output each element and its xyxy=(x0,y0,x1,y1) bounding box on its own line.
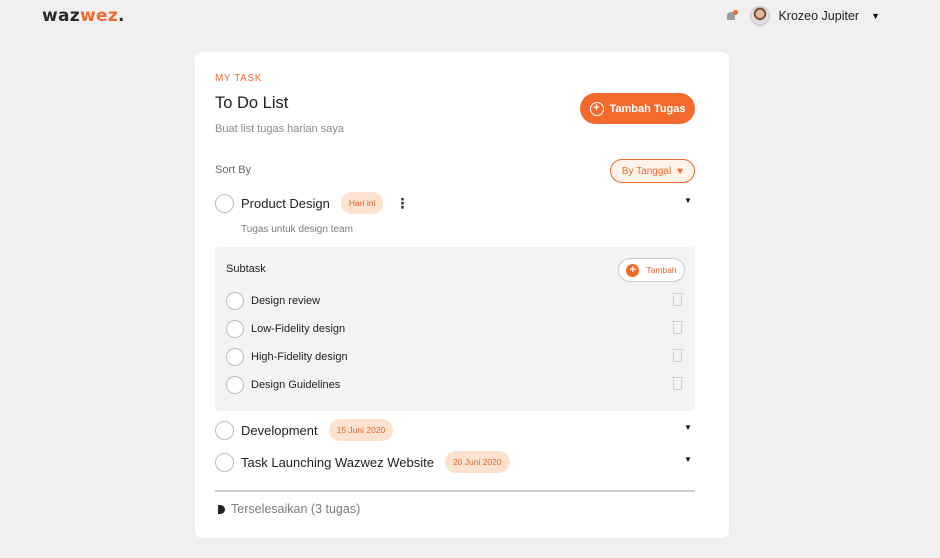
section-eyebrow: MY TASK xyxy=(215,73,262,84)
task-checkbox[interactable] xyxy=(215,193,234,213)
add-subtask-button[interactable]: + Tambah xyxy=(618,258,685,282)
heart-icon: ♥ xyxy=(677,165,684,177)
trash-icon[interactable] xyxy=(671,293,684,306)
task-date-badge: Hari ini xyxy=(340,192,384,214)
task-name[interactable]: Task Launching Wazwez Website xyxy=(241,455,434,470)
subtask-checkbox[interactable] xyxy=(226,348,244,366)
trash-icon[interactable] xyxy=(671,349,684,362)
subtask-item: High-Fidelity design xyxy=(226,348,348,366)
task-name[interactable]: Development xyxy=(241,423,318,438)
expand-toggle-icon[interactable]: ▼ xyxy=(684,423,692,432)
page-subtitle: Buat list tugas harian saya xyxy=(215,123,345,135)
task-name[interactable]: Product Design xyxy=(241,196,330,211)
divider xyxy=(215,490,695,492)
task-date-badge: 20 Juni 2020 xyxy=(444,451,510,473)
subtask-checkbox[interactable] xyxy=(226,376,244,394)
subtask-checkbox[interactable] xyxy=(226,292,244,310)
more-options-icon[interactable]: ⋮ xyxy=(395,196,409,210)
logo-dot: . xyxy=(118,6,125,26)
task-item: Development 15 Juni 2020 xyxy=(215,419,394,441)
avatar[interactable] xyxy=(750,6,771,26)
subtask-item: Design Guidelines xyxy=(226,376,340,394)
expand-toggle-icon[interactable]: ▼ xyxy=(684,455,692,464)
trash-icon[interactable] xyxy=(671,321,684,334)
subtask-label[interactable]: Design review xyxy=(251,295,320,307)
chevron-down-icon[interactable]: ▼ xyxy=(871,11,880,21)
sort-by-date-button[interactable]: By Tanggal ♥ xyxy=(610,159,695,183)
todo-card: MY TASK To Do List Buat list tugas haria… xyxy=(195,52,729,538)
sort-label: Sort By xyxy=(215,164,252,176)
subtask-label[interactable]: Low-Fidelity design xyxy=(251,323,345,335)
user-menu[interactable]: Krozeo Jupiter ▼ xyxy=(726,6,880,26)
add-task-button[interactable]: + Tambah Tugas xyxy=(580,93,695,124)
page-title: To Do List xyxy=(215,94,289,112)
subtask-label[interactable]: High-Fidelity design xyxy=(251,351,348,363)
subtask-item: Low-Fidelity design xyxy=(226,320,345,338)
subtask-label[interactable]: Design Guidelines xyxy=(251,379,340,391)
add-task-label: Tambah Tugas xyxy=(609,102,686,115)
logo: wazwez. xyxy=(42,6,125,26)
task-description: Tugas untuk design team xyxy=(241,224,353,235)
user-name[interactable]: Krozeo Jupiter xyxy=(778,9,859,23)
task-item: Task Launching Wazwez Website 20 Juni 20… xyxy=(215,451,510,473)
collapse-toggle-icon[interactable]: ▼ xyxy=(684,196,692,205)
task-date-badge: 15 Juni 2020 xyxy=(328,419,394,441)
plus-circle-icon: + xyxy=(589,101,604,116)
subtask-item: Design review xyxy=(226,292,320,310)
add-subtask-label: Tambah xyxy=(646,265,677,275)
notification-bell-icon[interactable] xyxy=(726,10,739,22)
logo-text-accent: wez xyxy=(79,6,119,26)
trash-icon[interactable] xyxy=(671,377,684,390)
task-checkbox[interactable] xyxy=(215,420,234,440)
subtask-title: Subtask xyxy=(226,263,266,275)
plus-icon: + xyxy=(626,263,640,277)
sort-button-label: By Tanggal xyxy=(621,165,672,177)
subtask-panel: Subtask + Tambah Design review Low-Fidel… xyxy=(215,247,695,411)
logo-text-primary: waz xyxy=(42,6,80,26)
task-checkbox[interactable] xyxy=(215,452,234,472)
caret-right-icon xyxy=(218,504,225,514)
completed-label: Terselesaikan (3 tugas) xyxy=(231,502,361,516)
subtask-checkbox[interactable] xyxy=(226,320,244,338)
completed-section-toggle[interactable]: Terselesaikan (3 tugas) xyxy=(218,502,360,516)
task-item: Product Design Hari ini ⋮ xyxy=(215,192,409,214)
